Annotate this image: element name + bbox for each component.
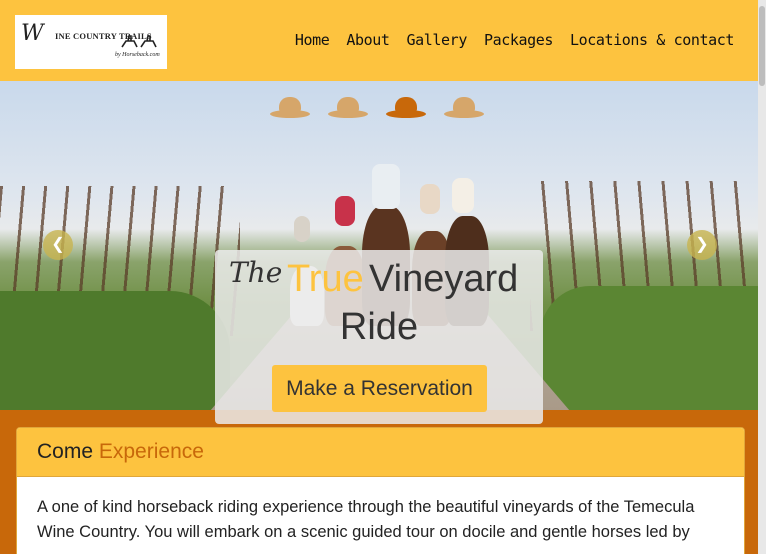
slide-indicator-hat-icon[interactable] [444, 95, 484, 121]
caption-vineyard: Vineyard [369, 258, 519, 300]
carousel-indicators [270, 95, 484, 121]
scrollbar-thumb[interactable] [759, 6, 765, 86]
slide-indicator-hat-icon-active[interactable] [386, 95, 426, 121]
logo-script-letter: W [21, 21, 44, 46]
logo[interactable]: W INE COUNTRY TRAILS by Horseback.com [15, 15, 167, 69]
hero-caption: The True Vineyard Ride Make a Reservatio… [215, 250, 543, 424]
page: W INE COUNTRY TRAILS by Horseback.com Ho… [0, 0, 758, 554]
panel-heading-plain: Come [37, 440, 99, 463]
panel-heading: Come Experience [17, 428, 744, 477]
nav-packages[interactable]: Packages [484, 31, 553, 49]
caption-true: True [287, 258, 364, 300]
main-nav: Home About Gallery Packages Locations & … [295, 31, 735, 49]
panel-body-text: A one of kind horseback riding experienc… [37, 498, 695, 541]
slide-indicator-hat-icon[interactable] [270, 95, 310, 121]
make-reservation-button[interactable]: Make a Reservation [272, 365, 487, 412]
nav-gallery[interactable]: Gallery [407, 31, 468, 49]
slide-indicator-hat-icon[interactable] [328, 95, 368, 121]
come-experience-panel: Come Experience A one of kind horseback … [16, 427, 745, 554]
navbar: W INE COUNTRY TRAILS by Horseback.com Ho… [0, 0, 758, 81]
riders-logo-icon [121, 35, 157, 48]
logo-subtext: by Horseback.com [115, 52, 160, 58]
grass-left-image [0, 291, 230, 410]
carousel-prev-icon[interactable]: ❮ [43, 230, 73, 260]
caption-the: The [229, 256, 283, 289]
nav-home[interactable]: Home [295, 31, 330, 49]
panel-heading-accent: Experience [98, 440, 204, 463]
nav-about[interactable]: About [346, 31, 390, 49]
caption-ride: Ride [339, 306, 419, 348]
grass-right-image [540, 286, 758, 410]
carousel-next-icon[interactable]: ❯ [687, 230, 717, 260]
nav-locations-contact[interactable]: Locations & contact [570, 31, 734, 49]
